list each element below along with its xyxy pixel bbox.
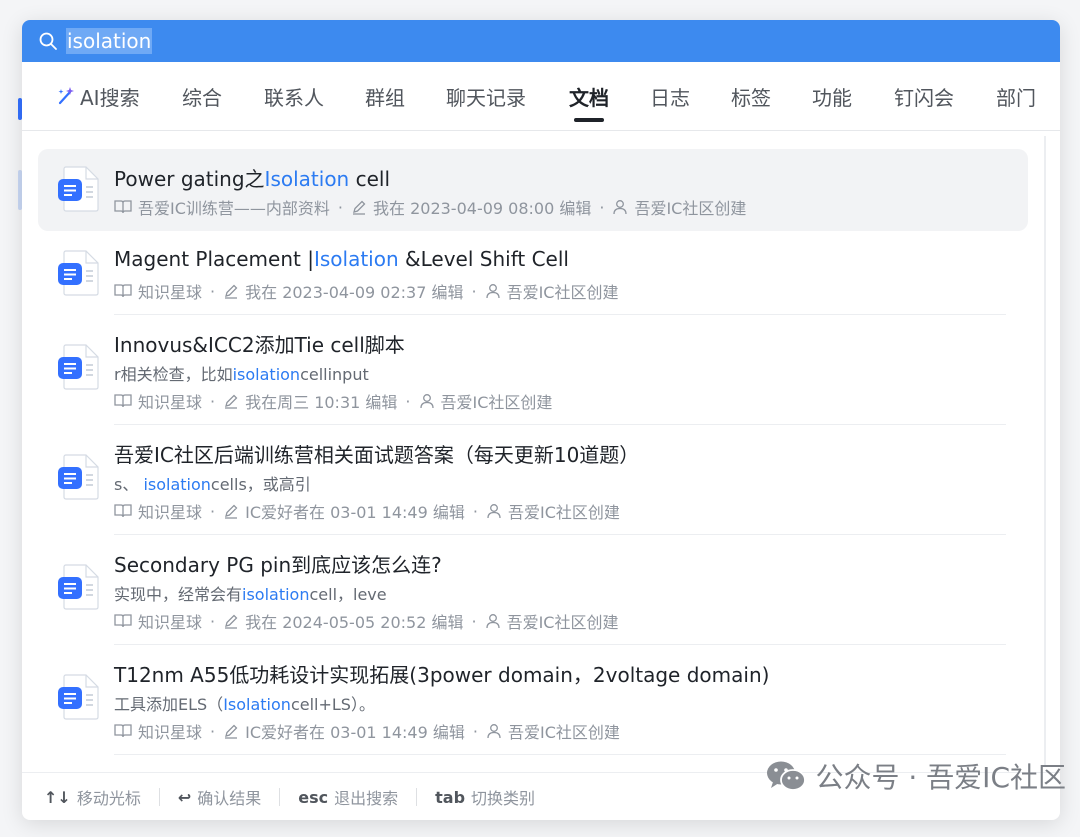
footer-separator bbox=[416, 788, 418, 806]
tab-logs[interactable]: 日志 bbox=[650, 62, 690, 130]
tab-label: 部门 bbox=[996, 85, 1036, 110]
result-meta: 知识星球 · 我在周三 10:31 编辑 · 吾爱IC社区创建 bbox=[114, 389, 552, 413]
edit-icon bbox=[225, 504, 238, 519]
document-icon bbox=[58, 166, 99, 212]
ai-sparkle-icon bbox=[58, 87, 74, 105]
row-divider bbox=[114, 534, 1006, 535]
result-meta: 知识星球 · 我在 2023-04-09 02:37 编辑 · 吾爱IC社区创建 bbox=[114, 279, 618, 303]
result-meta: 知识星球 · 我在 2024-05-05 20:52 编辑 · 吾爱IC社区创建 bbox=[114, 609, 618, 633]
result-snippet: s、 isolationcells，或高引 bbox=[114, 475, 311, 494]
result-row[interactable]: Magent Placement |Isolation &Level Shift… bbox=[38, 233, 1028, 315]
book-icon bbox=[114, 200, 132, 214]
watermark: 公众号 · 吾爱IC社区 bbox=[765, 754, 1066, 798]
edit-icon bbox=[225, 394, 238, 409]
result-row[interactable]: T12nm A55低功耗设计实现拓展(3power domain，2voltag… bbox=[38, 647, 1028, 755]
tab-label: AI搜索 bbox=[80, 85, 140, 110]
document-icon bbox=[58, 250, 99, 296]
search-panel: isolation AI搜索 综合 联系人 群组 聊天记录 文档 日志 标签 功… bbox=[22, 20, 1060, 820]
document-icon bbox=[58, 674, 99, 720]
tab-key: tab bbox=[435, 787, 466, 807]
book-icon bbox=[114, 724, 132, 738]
row-divider bbox=[114, 314, 1006, 315]
user-icon bbox=[419, 394, 434, 409]
tab-departments[interactable]: 部门 bbox=[996, 62, 1036, 130]
user-icon bbox=[485, 284, 500, 299]
result-snippet: 实现中，经常会有isolationcell，leve bbox=[114, 585, 387, 604]
result-title: Power gating之Isolation cell bbox=[114, 167, 391, 191]
user-icon bbox=[613, 200, 628, 215]
shortcut-label: 移动光标 bbox=[76, 789, 141, 808]
tab-ai-search[interactable]: AI搜索 bbox=[56, 62, 140, 130]
active-tab-indicator bbox=[574, 118, 604, 122]
edit-icon bbox=[225, 614, 238, 629]
result-row[interactable]: Innovus&ICC2添加Tie cell脚本 r相关检查，比如isolati… bbox=[38, 317, 1028, 425]
tab-tags[interactable]: 标签 bbox=[731, 62, 771, 130]
result-title: Magent Placement |Isolation &Level Shift… bbox=[114, 247, 569, 271]
tab-features[interactable]: 功能 bbox=[812, 62, 852, 130]
shortcut-move-cursor: ↑↓ 移动光标 bbox=[44, 785, 141, 809]
search-input[interactable]: isolation bbox=[66, 28, 153, 54]
watermark-text: 公众号 · 吾爱IC社区 bbox=[815, 761, 1066, 794]
result-title: Secondary PG pin到底应该怎么连? bbox=[114, 553, 442, 577]
result-meta: 知识星球 · IC爱好者在 03-01 14:49 编辑 · 吾爱IC社区创建 bbox=[114, 719, 620, 743]
row-divider bbox=[114, 644, 1006, 645]
left-sidebar-edge bbox=[0, 90, 22, 210]
shortcut-label: 确认结果 bbox=[197, 789, 262, 808]
user-icon bbox=[485, 614, 500, 629]
tab-contacts[interactable]: 联系人 bbox=[264, 62, 324, 130]
result-snippet: r相关检查，比如isolationcellinput bbox=[114, 365, 369, 384]
row-divider bbox=[114, 424, 1006, 425]
edit-icon bbox=[225, 724, 238, 739]
arrow-keys-icon: ↑↓ bbox=[44, 787, 71, 807]
result-meta: 吾爱IC训练营——内部资料 · 我在 2023-04-09 08:00 编辑 · 吾… bbox=[114, 195, 746, 219]
search-icon bbox=[39, 32, 57, 50]
tab-label: 联系人 bbox=[264, 85, 324, 110]
result-row[interactable]: Power gating之Isolation cell 吾爱IC训练营——内部资… bbox=[38, 149, 1028, 231]
wechat-icon bbox=[767, 761, 807, 791]
tab-label: 文档 bbox=[569, 85, 609, 110]
book-icon bbox=[114, 284, 132, 298]
search-bar[interactable]: isolation bbox=[22, 20, 1060, 62]
document-icon bbox=[58, 564, 99, 610]
document-icon bbox=[58, 454, 99, 500]
tab-label: 群组 bbox=[365, 85, 405, 110]
tab-label: 聊天记录 bbox=[446, 85, 526, 110]
footer-separator bbox=[158, 788, 160, 806]
book-icon bbox=[114, 394, 132, 408]
shortcut-confirm: ↩ 确认结果 bbox=[178, 785, 261, 809]
book-icon bbox=[114, 614, 132, 628]
tab-label: 功能 bbox=[812, 85, 852, 110]
edit-icon bbox=[225, 284, 238, 299]
user-icon bbox=[487, 504, 501, 519]
book-icon bbox=[114, 504, 132, 518]
result-title: Innovus&ICC2添加Tie cell脚本 bbox=[114, 333, 405, 357]
result-title: T12nm A55低功耗设计实现拓展(3power domain，2voltag… bbox=[114, 663, 770, 687]
esc-key: esc bbox=[298, 787, 329, 807]
tab-flash-meeting[interactable]: 钉闪会 bbox=[894, 62, 954, 130]
result-meta: 知识星球 · IC爱好者在 03-01 14:49 编辑 · 吾爱IC社区创建 bbox=[114, 499, 620, 523]
shortcut-label: 退出搜索 bbox=[334, 789, 399, 808]
results-list: Power gating之Isolation cell 吾爱IC训练营——内部资… bbox=[22, 131, 1060, 771]
result-snippet: 工具添加ELS（Isolationcell+LS）。 bbox=[114, 695, 375, 714]
category-tabs: AI搜索 综合 联系人 群组 聊天记录 文档 日志 标签 功能 钉闪会 部门 bbox=[22, 62, 1060, 131]
shortcut-exit: esc 退出搜索 bbox=[298, 785, 398, 809]
tab-overview[interactable]: 综合 bbox=[182, 62, 222, 130]
edit-icon bbox=[353, 200, 366, 215]
tab-label: 钉闪会 bbox=[894, 85, 954, 110]
tab-label: 日志 bbox=[650, 85, 690, 110]
user-icon bbox=[487, 724, 501, 739]
shortcut-label: 切换类别 bbox=[471, 789, 536, 808]
tab-groups[interactable]: 群组 bbox=[365, 62, 405, 130]
tab-label: 综合 bbox=[182, 85, 222, 110]
result-title: 吾爱IC社区后端训练营相关面试题答案（每天更新10道题） bbox=[114, 443, 640, 467]
footer-separator bbox=[279, 788, 281, 806]
tab-chat-history[interactable]: 聊天记录 bbox=[446, 62, 526, 130]
shortcut-switch-category: tab 切换类别 bbox=[435, 785, 535, 809]
result-row[interactable]: 吾爱IC社区后端训练营相关面试题答案（每天更新10道题） s、 isolatio… bbox=[38, 427, 1028, 535]
tab-label: 标签 bbox=[731, 85, 771, 110]
enter-key-icon: ↩ bbox=[177, 787, 192, 807]
document-icon bbox=[58, 344, 99, 390]
result-row[interactable]: Secondary PG pin到底应该怎么连? 实现中，经常会有isolati… bbox=[38, 537, 1028, 645]
